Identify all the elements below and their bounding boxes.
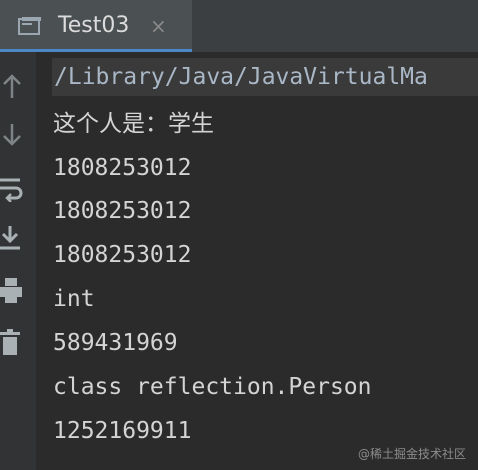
output-line: 1252169911 xyxy=(53,418,192,444)
run-console-output[interactable]: /Library/Java/JavaVirtualMa 这个人是：学生 1808… xyxy=(36,52,478,470)
command-text: /Library/Java/JavaVirtualMa xyxy=(54,64,428,90)
java-command-line: /Library/Java/JavaVirtualMa xyxy=(52,58,478,96)
output-line: 589431969 xyxy=(53,330,178,356)
output-line: class reflection.Person xyxy=(53,374,372,400)
scroll-to-end-icon[interactable] xyxy=(0,224,24,252)
output-line: 这个人是：学生 xyxy=(53,111,214,137)
watermark: @稀土掘金技术社区 xyxy=(357,447,466,461)
output-line: 1808253012 xyxy=(53,198,192,224)
print-icon[interactable] xyxy=(0,276,24,304)
console-toolbar xyxy=(0,52,36,470)
console-window-icon xyxy=(18,17,41,35)
close-icon[interactable]: × xyxy=(150,14,167,38)
output-line: 1808253012 xyxy=(53,155,192,181)
output-line: 1808253012 xyxy=(53,242,192,268)
output-line: int xyxy=(53,286,95,312)
down-arrow-icon[interactable] xyxy=(0,122,24,150)
tab-test03[interactable]: Test03 × xyxy=(0,0,192,53)
up-arrow-icon[interactable] xyxy=(0,72,24,100)
tab-title: Test03 xyxy=(58,13,130,38)
soft-wrap-icon[interactable] xyxy=(0,174,24,202)
delete-icon[interactable] xyxy=(0,328,24,356)
editor-tab-bar: Test03 × xyxy=(0,0,478,53)
